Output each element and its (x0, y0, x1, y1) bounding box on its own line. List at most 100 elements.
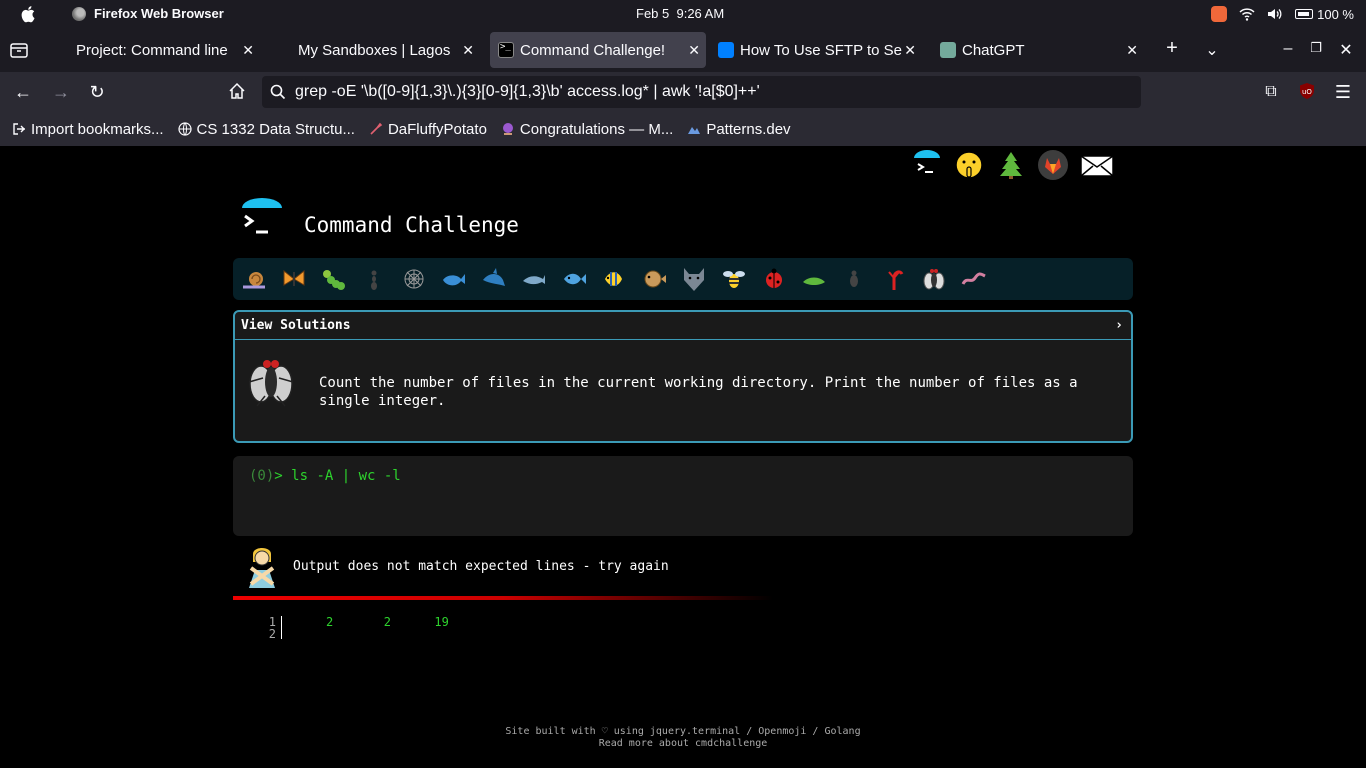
butterfly-icon[interactable] (281, 266, 307, 292)
snail-icon[interactable] (241, 266, 267, 292)
envelope-icon[interactable] (1080, 150, 1114, 180)
task-description: Count the number of files in the current… (319, 375, 1078, 409)
beetle-icon[interactable] (841, 266, 867, 292)
close-icon[interactable]: ✕ (904, 42, 916, 59)
list-all-tabs-icon[interactable]: ⌄ (1202, 40, 1222, 60)
command-input[interactable]: ls -A | wc -l (291, 468, 401, 484)
bookmark-cs1332[interactable]: CS 1332 Data Structu... (177, 121, 355, 138)
bookmark-patterns-dev[interactable]: Patterns.dev (687, 121, 791, 138)
battery-icon (1295, 9, 1314, 19)
search-icon (270, 84, 286, 100)
line-numbers: 1 2 (268, 615, 276, 641)
volume-icon[interactable] (1267, 7, 1283, 21)
worm-icon[interactable] (961, 266, 987, 292)
bookmark-congratulations[interactable]: Congratulations — M... (501, 121, 673, 138)
command-prompt[interactable]: (0)> ls -A | wc -l (249, 468, 401, 484)
challenge-navigation (233, 258, 1133, 300)
reload-button[interactable]: ↻ (86, 82, 108, 104)
ubuntu-software-icon[interactable] (1211, 6, 1228, 22)
tab-sftp-guide[interactable]: How To Use SFTP to Se ✕ (712, 32, 922, 68)
address-bar[interactable]: grep -oE '\b([0-9]{1,3}\.){3}[0-9]{1,3}\… (262, 76, 1141, 108)
firefox-icon (72, 7, 86, 21)
new-tab-button[interactable]: + (1162, 37, 1182, 60)
footer-credits[interactable]: Site built with ♡ using jquery.terminal … (0, 726, 1366, 738)
hamburger-menu-icon[interactable]: ☰ (1332, 82, 1354, 104)
tab-my-sandboxes[interactable]: My Sandboxes | Lagos ✕ (276, 32, 480, 68)
chevron-right-icon: › (1115, 318, 1123, 333)
maximize-button[interactable]: ❐ (1306, 40, 1326, 56)
bee-icon[interactable] (721, 266, 747, 292)
system-tray: 100 % (1211, 4, 1354, 24)
close-icon[interactable]: ✕ (242, 42, 254, 59)
error-divider (233, 596, 773, 600)
bookmark-dafluffypotato[interactable]: DaFluffyPotato (369, 121, 487, 138)
apple-icon[interactable] (20, 5, 36, 23)
minimize-button[interactable]: – (1278, 40, 1298, 58)
shark-icon[interactable] (481, 266, 507, 292)
close-icon[interactable]: ✕ (462, 42, 474, 59)
navigation-bar: ← → ↻ grep -oE '\b([0-9]{1,3}\.){3}[0-9]… (0, 72, 1366, 112)
wolf-icon[interactable] (681, 266, 707, 292)
blowfish-icon[interactable] (641, 266, 667, 292)
wifi-icon[interactable] (1239, 7, 1255, 21)
extensions-icon[interactable]: ⧉ (1260, 82, 1282, 104)
forward-button[interactable]: → (50, 82, 72, 104)
digitalocean-favicon-icon (718, 42, 734, 58)
whale-icon[interactable] (441, 266, 467, 292)
terminal-logo-icon[interactable] (912, 150, 942, 180)
close-icon[interactable]: ✕ (1126, 42, 1138, 59)
close-window-button[interactable]: ✕ (1336, 40, 1356, 60)
terminal-favicon-icon (498, 42, 514, 58)
tropical-fish-icon[interactable] (601, 266, 627, 292)
text-cursor (281, 616, 282, 639)
import-icon (12, 122, 26, 136)
output-values: 2 2 19 (326, 615, 449, 629)
globe-icon (177, 122, 192, 136)
result-status: Output does not match expected lines - t… (245, 544, 669, 588)
address-input[interactable]: grep -oE '\b([0-9]{1,3}\.){3}[0-9]{1,3}\… (295, 83, 760, 101)
leaf-bug-icon[interactable] (801, 266, 827, 292)
fly-icon (248, 360, 294, 407)
tab-command-challenge[interactable]: Command Challenge! ✕ (490, 32, 706, 68)
dolphin-icon[interactable] (521, 266, 547, 292)
home-button[interactable] (226, 82, 248, 104)
brush-icon (369, 122, 383, 136)
firefox-view-icon[interactable] (8, 40, 30, 60)
battery-indicator[interactable]: 100 % (1295, 7, 1354, 22)
result-message: Output does not match expected lines - t… (293, 558, 669, 574)
scorpion-icon[interactable] (881, 266, 907, 292)
fish-icon[interactable] (561, 266, 587, 292)
bookmarks-toolbar: Import bookmarks... CS 1332 Data Structu… (0, 112, 1366, 146)
app-name[interactable]: Firefox Web Browser (94, 6, 224, 21)
clock[interactable]: Feb 5 9:26 AM (636, 6, 724, 21)
tab-project-command-line[interactable]: Project: Command line ✕ (56, 32, 260, 68)
top-links (912, 150, 1114, 180)
ublock-origin-icon[interactable]: uO (1296, 82, 1318, 104)
fly-icon[interactable] (921, 266, 947, 292)
spider-web-icon[interactable] (401, 266, 427, 292)
footer-about-link[interactable]: Read more about cmdchallenge (0, 738, 1366, 750)
command-challenge-logo-icon (242, 198, 282, 238)
ant-icon[interactable] (361, 266, 387, 292)
view-solutions-toggle[interactable]: View Solutions › (235, 312, 1131, 340)
gitlab-icon[interactable] (1038, 150, 1068, 180)
tab-strip: Project: Command line ✕ My Sandboxes | L… (0, 28, 1366, 72)
bookmark-import[interactable]: Import bookmarks... (12, 121, 164, 138)
tab-chatgpt[interactable]: ChatGPT ✕ (934, 32, 1144, 68)
page-content: Command Challenge View Solutions › Count… (0, 146, 1366, 768)
ladybug-icon[interactable] (761, 266, 787, 292)
system-menubar: Firefox Web Browser Feb 5 9:26 AM 100 % (0, 0, 1366, 28)
footer: Site built with ♡ using jquery.terminal … (0, 726, 1366, 750)
mountain-icon (687, 122, 701, 136)
caterpillar-icon[interactable] (321, 266, 347, 292)
svg-text:uO: uO (1302, 88, 1312, 96)
back-button[interactable]: ← (12, 82, 34, 104)
home-icon (229, 82, 245, 99)
close-icon[interactable]: ✕ (688, 42, 700, 59)
christmas-tree-icon[interactable] (996, 150, 1026, 180)
chatgpt-favicon-icon (940, 42, 956, 58)
challenge-panel: View Solutions › Count the number of fil… (233, 310, 1133, 443)
shushing-face-icon[interactable] (954, 150, 984, 180)
person-gesturing-no-icon (249, 548, 275, 588)
terminal[interactable]: (0)> ls -A | wc -l (233, 456, 1133, 536)
